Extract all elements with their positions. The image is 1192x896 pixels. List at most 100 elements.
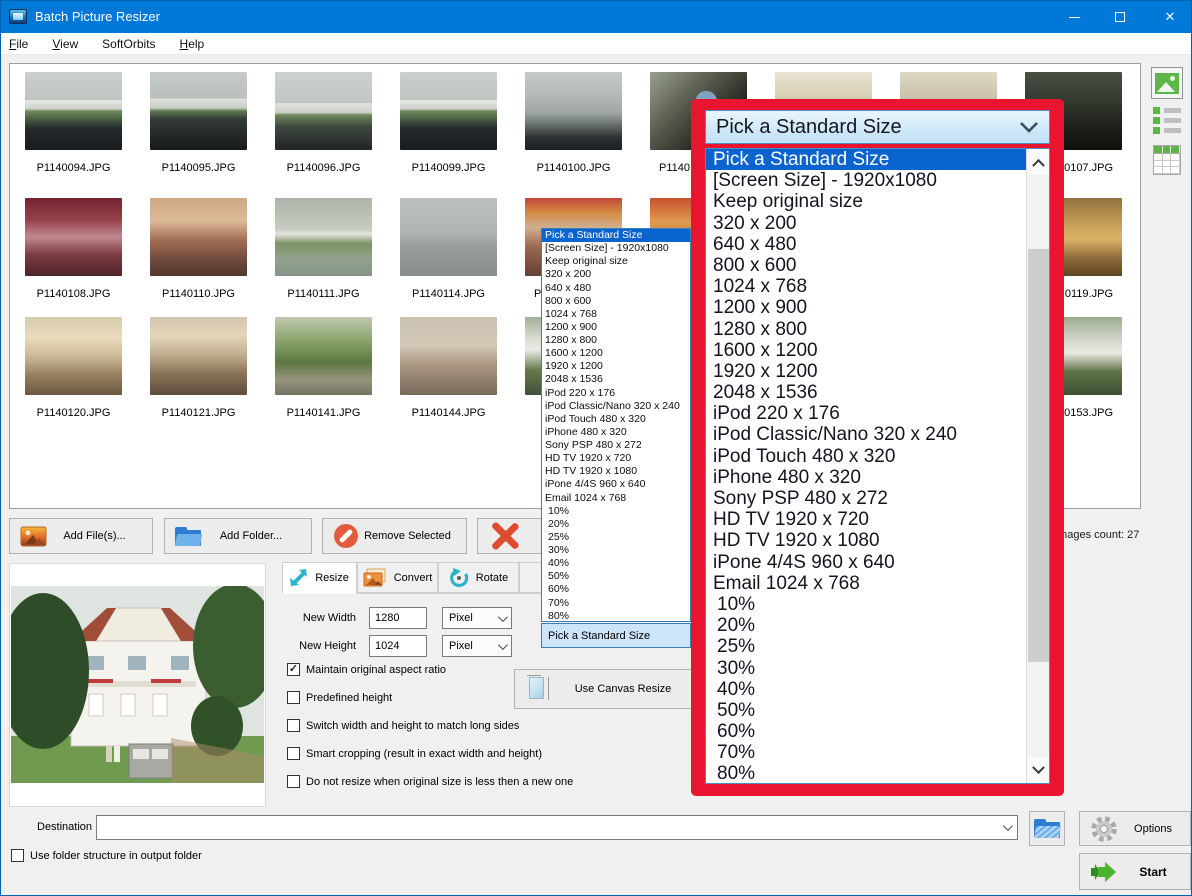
dropdown-item[interactable]: 2048 x 1536 (542, 373, 690, 386)
start-button[interactable]: Start (1079, 853, 1191, 890)
dropdown-item[interactable]: 25% (542, 531, 690, 544)
maximize-button[interactable] (1097, 1, 1143, 33)
add-folder-button[interactable]: Add Folder... (164, 518, 312, 554)
destination-combobox[interactable] (96, 815, 1018, 840)
dropdown-item[interactable]: 30% (542, 544, 690, 557)
dropdown-item[interactable]: iPod 220 x 176 (542, 387, 690, 400)
dropdown-item[interactable]: 80% (542, 610, 690, 622)
dropdown-item[interactable]: HD TV 1920 x 720 (542, 452, 690, 465)
dropdown-item[interactable]: 20% (542, 518, 690, 531)
close-button[interactable]: ✕ (1147, 1, 1192, 33)
table-view-icon (1154, 146, 1180, 154)
thumbnail-image[interactable] (150, 72, 247, 150)
dropdown-item[interactable]: 1200 x 900 (542, 321, 690, 334)
dropdown-item[interactable]: iPone 4/4S 960 x 640 (542, 478, 690, 491)
dropdown-item[interactable]: 640 x 480 (542, 282, 690, 295)
dropdown-item[interactable]: 40% (542, 557, 690, 570)
thumbnail-image[interactable] (25, 72, 122, 150)
browse-folder-button[interactable] (1029, 811, 1065, 846)
thumbnail-image[interactable] (400, 72, 497, 150)
resize-option-label: Do not resize when original size is less… (306, 776, 573, 788)
dropdown-item[interactable]: 1920 x 1200 (542, 360, 690, 373)
thumbnail-image[interactable] (25, 198, 122, 276)
dropdown-item[interactable]: HD TV 1920 x 1080 (542, 465, 690, 478)
thumbnail-image[interactable] (150, 198, 247, 276)
dropdown-item[interactable]: 800 x 600 (542, 295, 690, 308)
new-width-input[interactable] (369, 607, 427, 629)
destination-label: Destination (37, 821, 92, 833)
menu-item-view[interactable]: View (52, 37, 78, 51)
dropdown-item[interactable]: Sony PSP 480 x 272 (542, 439, 690, 452)
thumbnail-view-button[interactable] (1151, 67, 1183, 99)
dropdown-item[interactable]: Email 1024 x 768 (542, 492, 690, 505)
thumbnail-image[interactable] (25, 317, 122, 395)
minimize-button[interactable] (1051, 1, 1097, 33)
tab-resize[interactable]: Resize (282, 562, 357, 594)
app-window: Batch Picture Resizer ✕ FileViewSoftOrbi… (0, 0, 1192, 896)
dropdown-item[interactable]: 50% (542, 570, 690, 583)
maximize-icon (1115, 12, 1125, 22)
thumbnail-image[interactable] (525, 72, 622, 150)
checkbox-unchecked (287, 747, 300, 760)
tab-resize-label: Resize (315, 572, 349, 584)
rotate-icon (449, 568, 469, 588)
dropdown-item[interactable]: 60% (542, 583, 690, 596)
dropdown-item[interactable]: iPod Touch 480 x 320 (542, 413, 690, 426)
scrollbar-thumb[interactable] (1028, 249, 1049, 662)
scroll-up-button[interactable] (1027, 149, 1050, 175)
size-dropdown-combobox[interactable]: Pick a Standard Size (541, 623, 691, 648)
tab-rotate[interactable]: Rotate (438, 562, 519, 593)
options-button[interactable]: Options (1079, 811, 1191, 846)
tab-convert[interactable]: Convert (357, 562, 438, 593)
thumbnail-image[interactable] (275, 72, 372, 150)
scroll-down-button[interactable] (1027, 757, 1050, 783)
thumbnail-image[interactable] (150, 317, 247, 395)
dropdown-item[interactable]: iPhone 480 x 320 (542, 426, 690, 439)
thumbnail-image[interactable] (275, 317, 372, 395)
thumbnail-image[interactable] (275, 198, 372, 276)
dropdown-item[interactable]: 1600 x 1200 (542, 347, 690, 360)
dropdown-item[interactable]: 70% (542, 597, 690, 610)
resize-option-checkbox[interactable]: Predefined height (287, 691, 392, 704)
width-unit-select[interactable]: Pixel (442, 607, 512, 629)
dropdown-item[interactable]: Keep original size (542, 255, 690, 268)
remove-icon (333, 523, 359, 549)
resize-option-checkbox[interactable]: Smart cropping (result in exact width an… (287, 747, 542, 760)
dropdown-item[interactable]: 320 x 200 (542, 268, 690, 281)
dropdown-item: 1024 x 768 (706, 276, 1026, 297)
dropdown-item[interactable]: 1024 x 768 (542, 308, 690, 321)
height-unit-select[interactable]: Pixel (442, 635, 512, 657)
chevron-down-icon (498, 612, 508, 622)
resize-option-checkbox[interactable]: Do not resize when original size is less… (287, 775, 573, 788)
add-files-button[interactable]: Add File(s)... (9, 518, 153, 554)
menu-item-help[interactable]: Help (180, 37, 205, 51)
size-dropdown-list[interactable]: Pick a Standard Size[Screen Size] - 1920… (541, 228, 691, 622)
resize-option-label: Maintain original aspect ratio (306, 664, 446, 676)
image-view-icon (1155, 73, 1179, 94)
remove-selected-button[interactable]: Remove Selected (322, 518, 467, 554)
resize-option-checkbox[interactable]: Switch width and height to match long si… (287, 719, 519, 732)
magnified-combobox-value: Pick a Standard Size (716, 116, 902, 139)
use-canvas-resize-button[interactable]: Use Canvas Resize (514, 669, 700, 709)
dropdown-item[interactable]: 10% (542, 505, 690, 518)
dropdown-item[interactable]: 1280 x 800 (542, 334, 690, 347)
table-view-button[interactable] (1153, 145, 1181, 175)
menu-item-file[interactable]: File (9, 37, 28, 51)
dropdown-item[interactable]: Pick a Standard Size (542, 229, 690, 242)
scrollbar[interactable] (1026, 149, 1049, 783)
dropdown-item: HD TV 1920 x 720 (706, 509, 1026, 530)
new-height-input[interactable] (369, 635, 427, 657)
resize-option-checkbox[interactable]: ✓Maintain original aspect ratio (287, 663, 446, 676)
list-view-button[interactable] (1153, 107, 1181, 133)
thumbnail-image[interactable] (400, 317, 497, 395)
dropdown-item[interactable]: iPod Classic/Nano 320 x 240 (542, 400, 690, 413)
thumbnail-filename: P1140095.JPG (136, 162, 261, 176)
dropdown-item: 2048 x 1536 (706, 382, 1026, 403)
thumbnail-image[interactable] (400, 198, 497, 276)
chevron-down-icon (1019, 121, 1039, 133)
dropdown-item[interactable]: [Screen Size] - 1920x1080 (542, 242, 690, 255)
dropdown-item: 40% (706, 679, 1026, 700)
close-icon: ✕ (1165, 9, 1176, 25)
menu-item-softorbits[interactable]: SoftOrbits (102, 37, 155, 51)
use-folder-structure-checkbox[interactable]: Use folder structure in output folder (11, 849, 202, 862)
